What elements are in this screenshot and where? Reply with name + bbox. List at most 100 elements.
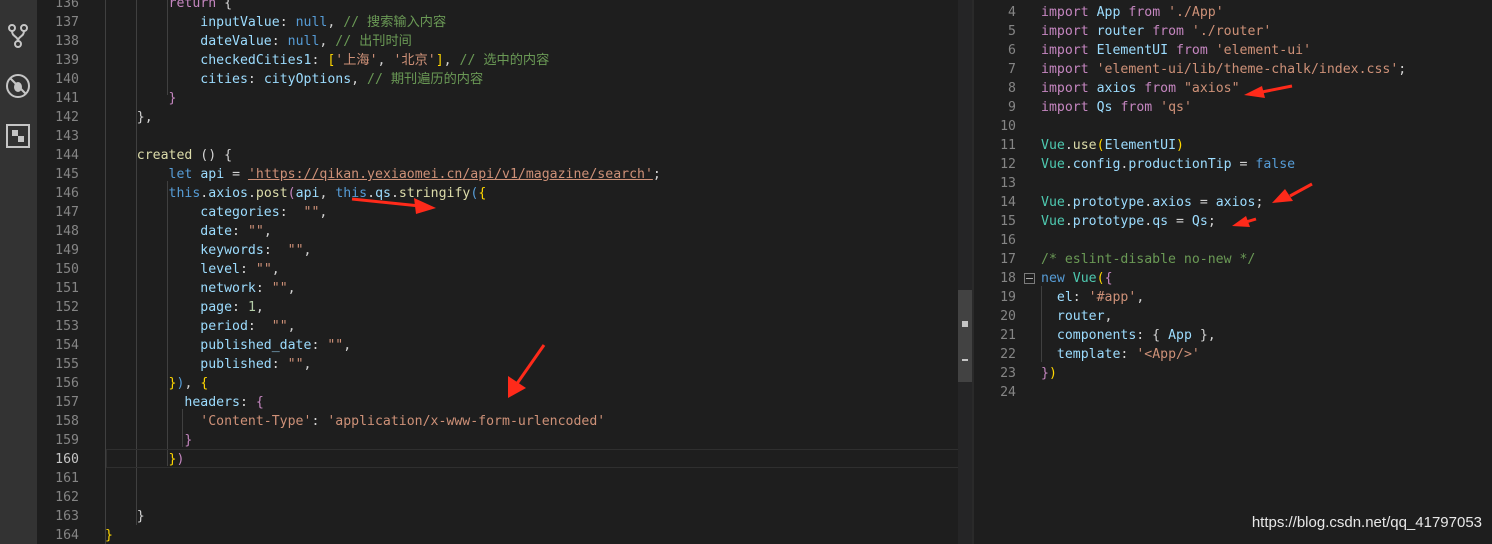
- code-token: App: [1096, 5, 1121, 20]
- line-number: 140: [55, 72, 79, 87]
- code-token: "": [271, 281, 288, 296]
- code-token: import: [1041, 43, 1089, 58]
- code-token: from: [1176, 43, 1208, 58]
- line-number: 17: [1000, 252, 1016, 267]
- code-token: null: [295, 15, 328, 30]
- code-token: import: [1041, 24, 1089, 39]
- code-token: =: [1231, 157, 1256, 172]
- code-text: }: [105, 89, 177, 108]
- code-token: :: [279, 15, 296, 30]
- line-number: 149: [55, 243, 79, 258]
- code-text: components: { App },: [1041, 326, 1216, 345]
- code-token: qs: [375, 186, 391, 201]
- code-token: {: [255, 395, 264, 410]
- code-token: },: [136, 110, 153, 125]
- code-token: ,: [287, 281, 296, 296]
- code-text: el: '#app',: [1041, 288, 1144, 307]
- right-editor[interactable]: 4 import App from './App' 5 import router f…: [974, 0, 1492, 544]
- code-token: "": [247, 224, 264, 239]
- code-token: // 搜索输入内容: [343, 15, 447, 30]
- line-number: 18: [1000, 271, 1016, 286]
- scroll-marker: [962, 359, 968, 361]
- code-token: 'qs': [1160, 100, 1192, 115]
- line-number: 142: [55, 110, 79, 125]
- fold-toggle-icon[interactable]: [1024, 273, 1035, 284]
- code-token: import: [1041, 62, 1089, 77]
- code-token: axios: [208, 186, 248, 201]
- code-token: router: [1096, 24, 1145, 39]
- code-token: './App': [1168, 5, 1224, 20]
- code-token: Vue: [1041, 138, 1065, 153]
- code-token: (: [1096, 271, 1105, 286]
- code-text: new Vue({: [1041, 269, 1113, 288]
- code-token: {: [1104, 271, 1113, 286]
- debug-icon[interactable]: [4, 72, 32, 100]
- code-token: (: [1096, 138, 1105, 153]
- code-token: prototype: [1072, 195, 1145, 210]
- code-token: }: [136, 509, 145, 524]
- code-token: ;: [652, 167, 661, 182]
- code-token: components: [1056, 328, 1137, 343]
- code-token: import: [1041, 5, 1089, 20]
- line-number: 143: [55, 129, 79, 144]
- code-token: :: [311, 338, 328, 353]
- code-text: 'Content-Type': 'application/x-www-form-…: [105, 412, 605, 431]
- line-number: 15: [1000, 214, 1016, 229]
- code-text: Vue.use(ElementUI): [1041, 136, 1184, 155]
- code-token: .: [390, 186, 399, 201]
- code-token: .: [367, 186, 376, 201]
- code-token: stringify: [398, 186, 471, 201]
- code-token: '上海': [335, 53, 378, 68]
- code-token: .: [1144, 214, 1153, 229]
- code-text: }: [105, 431, 192, 450]
- line-number: 160: [55, 452, 79, 467]
- code-token: config: [1072, 157, 1121, 172]
- code-token: :: [239, 395, 256, 410]
- source-control-icon[interactable]: [4, 22, 32, 50]
- code-token: ;: [1207, 214, 1216, 229]
- code-token: page: [200, 300, 233, 315]
- code-token: .: [1064, 138, 1073, 153]
- scroll-thumb[interactable]: [958, 290, 972, 382]
- code-token: ): [1176, 138, 1184, 153]
- code-token: {: [200, 376, 209, 391]
- code-token: from: [1120, 100, 1153, 115]
- code-token: inputValue: [200, 15, 280, 30]
- code-text: },: [105, 108, 153, 127]
- line-number: 158: [55, 414, 79, 429]
- code-token: =: [1191, 195, 1216, 210]
- code-token: checkedCities1: [200, 53, 312, 68]
- code-token: // 选中的内容: [459, 53, 550, 68]
- code-text: this.axios.post(api, this.qs.stringify({: [105, 184, 487, 203]
- code-token: :: [247, 72, 264, 87]
- code-token: router: [1056, 309, 1105, 324]
- line-number: 8: [1008, 81, 1016, 96]
- code-token: 'element-ui': [1215, 43, 1312, 58]
- code-token: :: [239, 262, 256, 277]
- line-number: 162: [55, 490, 79, 505]
- extensions-icon[interactable]: [4, 122, 32, 150]
- code-token: ): [1048, 366, 1057, 381]
- code-token: ,: [327, 15, 344, 30]
- code-text: created () {: [105, 146, 232, 165]
- line-number: 6: [1008, 43, 1016, 58]
- left-scrollbar[interactable]: [958, 0, 972, 544]
- code-token: ,: [303, 357, 312, 372]
- code-token: {: [478, 186, 487, 201]
- code-text: let api = 'https://qikan.yexiaomei.cn/ap…: [105, 165, 661, 184]
